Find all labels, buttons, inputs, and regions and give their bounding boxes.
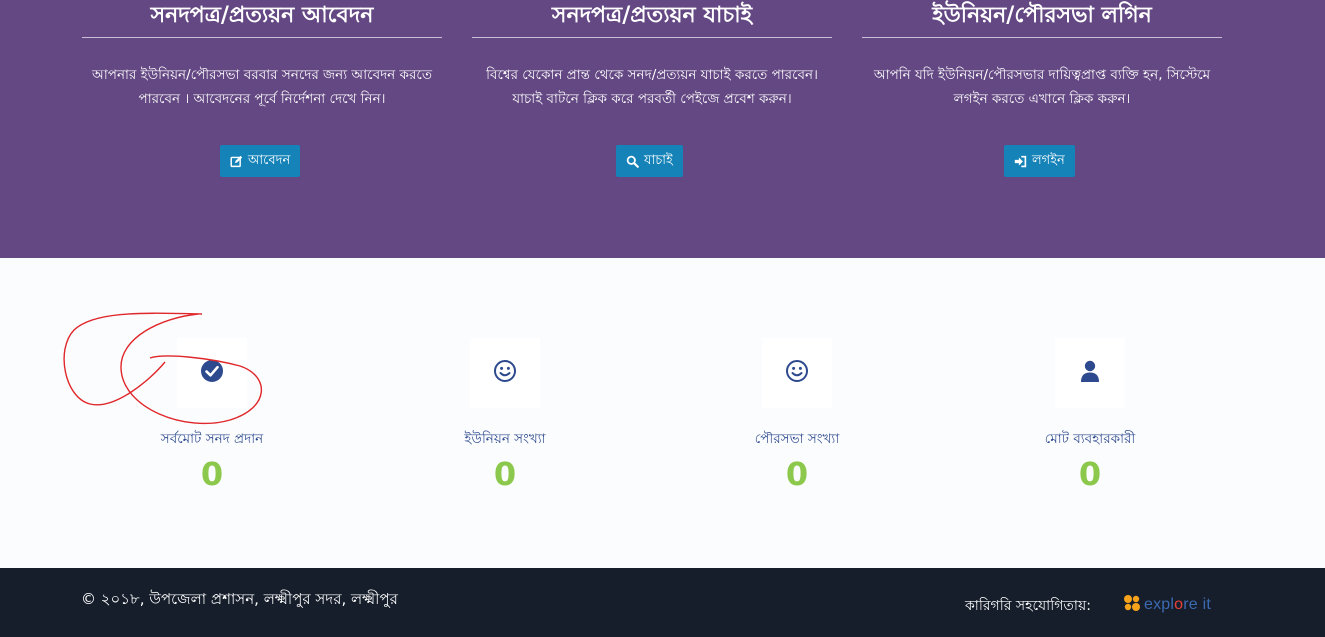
search-icon xyxy=(626,155,639,168)
brand-text-it: it xyxy=(1202,596,1211,613)
brand-text-accent: o xyxy=(1174,596,1184,613)
brand-text-part: expl xyxy=(1144,596,1175,613)
apply-divider xyxy=(82,37,442,38)
verify-title: সনদপত্র/প্রত্যয়ন যাচাই xyxy=(551,2,753,28)
stat-label: ইউনিয়ন সংখ্যা xyxy=(464,431,546,447)
stat-icon-box xyxy=(177,338,247,408)
stat-icon-box xyxy=(762,338,832,408)
hero-section: সনদপত্র/প্রত্যয়ন আবেদন আপনার ইউনিয়ন/পৌ… xyxy=(0,0,1325,258)
stat-icon-box xyxy=(470,338,540,408)
stat-value: 0 xyxy=(1078,455,1102,493)
sign-in-icon xyxy=(1014,155,1027,168)
stat-label: পৌরসভা সংখ্যা xyxy=(754,431,840,447)
login-title: ইউনিয়ন/পৌরসভা লগিন xyxy=(932,2,1152,28)
verify-divider xyxy=(472,37,832,38)
explore-it-logo-icon xyxy=(1122,593,1142,617)
verify-column: সনদপত্র/প্রত্যয়ন যাচাই বিশ্বের যেকোন প্… xyxy=(472,0,832,113)
apply-description: আপনার ইউনিয়ন/পৌরসভা বরবার সনদের জন্য আব… xyxy=(92,67,432,107)
explore-it-logo-link[interactable]: explore it xyxy=(1122,593,1211,617)
stat-label: সর্বমোট সনদ প্রদান xyxy=(160,431,264,447)
verify-button[interactable]: যাচাই xyxy=(616,145,683,177)
verify-button-label: যাচাই xyxy=(644,153,673,168)
footer: © ২০১৮, উপজেলা প্রশাসন, লক্ষ্মীপুর সদর, … xyxy=(0,568,1325,637)
login-divider xyxy=(862,37,1222,38)
apply-button[interactable]: আবেদন xyxy=(220,145,301,177)
check-circle-icon xyxy=(200,359,224,387)
tech-support-label: কারিগরি সহযোগিতায়: xyxy=(965,598,1091,614)
explore-it-wordmark: explore it xyxy=(1144,596,1211,614)
smiley-icon xyxy=(785,359,809,387)
stat-value: 0 xyxy=(785,455,809,493)
login-button[interactable]: লগইন xyxy=(1004,145,1075,177)
login-description: আপনি যদি ইউনিয়ন/পৌরসভার দায়িত্বপ্রাপ্ত… xyxy=(873,67,1211,107)
apply-button-label: আবেদন xyxy=(248,153,291,168)
apply-column: সনদপত্র/প্রত্যয়ন আবেদন আপনার ইউনিয়ন/পৌ… xyxy=(82,0,442,113)
stat-icon-box xyxy=(1055,338,1125,408)
apply-title: সনদপত্র/প্রত্যয়ন আবেদন xyxy=(150,2,374,28)
user-icon xyxy=(1079,359,1101,387)
stat-label: মোট ব্যবহারকারী xyxy=(1044,431,1136,447)
copyright-text: © ২০১৮, উপজেলা প্রশাসন, লক্ষ্মীপুর সদর, … xyxy=(81,590,398,608)
statistics-section: সর্বমোট সনদ প্রদান 0 ইউনিয়ন সংখ্যা 0 পৌ… xyxy=(0,258,1325,568)
edit-icon xyxy=(230,155,243,168)
stat-value: 0 xyxy=(493,455,517,493)
verify-description: বিশ্বের যেকোন প্রান্ত থেকে সনদ/প্রত্যয়ন… xyxy=(486,67,818,107)
stat-value: 0 xyxy=(200,455,224,493)
login-button-label: লগইন xyxy=(1032,153,1065,168)
smiley-icon xyxy=(493,359,517,387)
login-column: ইউনিয়ন/পৌরসভা লগিন আপনি যদি ইউনিয়ন/পৌর… xyxy=(862,0,1222,113)
brand-text-part: re xyxy=(1183,596,1198,613)
